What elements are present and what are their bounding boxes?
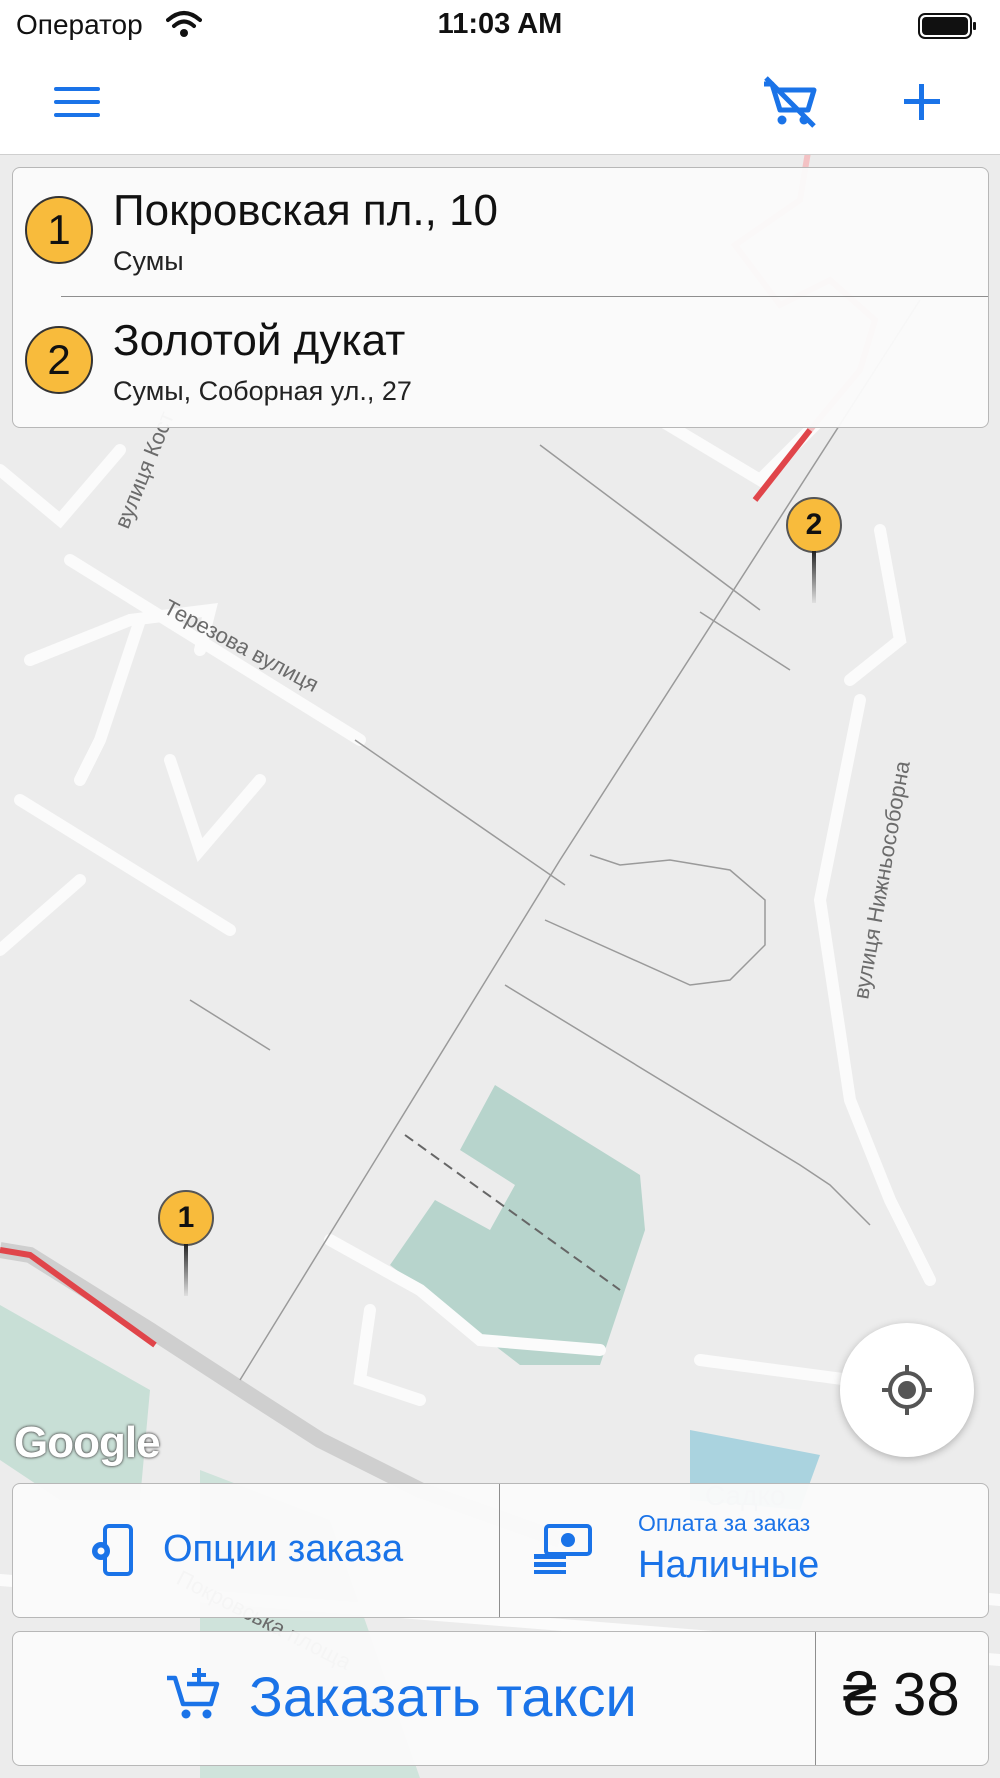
order-options-button[interactable]: Опции заказа bbox=[13, 1484, 499, 1617]
address-index-badge: 2 bbox=[25, 326, 93, 394]
menu-button[interactable] bbox=[54, 82, 100, 122]
route-addresses-card: 1 Покровская пл., 10 Сумы 2 Золотой дука… bbox=[12, 167, 989, 428]
plus-icon bbox=[904, 84, 940, 120]
my-location-button[interactable] bbox=[840, 1323, 974, 1457]
divider bbox=[815, 1632, 816, 1765]
order-taxi-label: Заказать такси bbox=[249, 1665, 637, 1728]
payment-method-value: Наличные bbox=[638, 1544, 820, 1586]
map-pin-2-badge: 2 bbox=[786, 497, 842, 553]
status-time: 11:03 AM bbox=[437, 8, 563, 40]
battery-icon bbox=[918, 12, 978, 45]
hamburger-menu-icon bbox=[54, 87, 100, 117]
address-row-1[interactable]: 1 Покровская пл., 10 Сумы bbox=[13, 168, 988, 296]
map-pin-needle bbox=[812, 551, 816, 603]
cart-button[interactable] bbox=[760, 72, 820, 132]
order-options-card: Опции заказа Оплата за заказ Наличные bbox=[12, 1483, 989, 1618]
address-title: Золотой дукат bbox=[113, 316, 406, 365]
address-title: Покровская пл., 10 bbox=[113, 186, 499, 235]
map-pin-1-badge: 1 bbox=[158, 1190, 214, 1246]
map-pin-1[interactable]: 1 bbox=[158, 1190, 218, 1300]
price-label: ₴ 38 bbox=[843, 1661, 960, 1728]
order-taxi-card: Заказать такси ₴ 38 bbox=[12, 1631, 989, 1766]
status-bar: Оператор 11:03 AM bbox=[0, 0, 1000, 52]
google-logo: Google bbox=[14, 1418, 161, 1467]
add-button[interactable] bbox=[902, 82, 942, 122]
order-taxi-button[interactable]: Заказать такси bbox=[13, 1632, 815, 1765]
phone-settings-icon bbox=[92, 1524, 133, 1576]
payment-caption: Оплата за заказ bbox=[638, 1510, 811, 1536]
add-to-cart-icon bbox=[167, 1668, 220, 1719]
navigation-bar bbox=[0, 52, 1000, 155]
cash-icon bbox=[534, 1524, 592, 1574]
cart-disabled-icon bbox=[764, 76, 817, 128]
address-index-badge: 1 bbox=[25, 196, 93, 264]
payment-method-button[interactable]: Оплата за заказ Наличные bbox=[500, 1484, 988, 1617]
map-pin-needle bbox=[184, 1244, 188, 1296]
divider bbox=[61, 296, 988, 297]
order-options-label: Опции заказа bbox=[163, 1528, 404, 1570]
address-row-2[interactable]: 2 Золотой дукат Сумы, Соборная ул., 27 bbox=[13, 298, 988, 426]
address-subtitle: Сумы, Соборная ул., 27 bbox=[113, 376, 412, 406]
address-subtitle: Сумы bbox=[113, 246, 184, 276]
map-pin-2[interactable]: 2 bbox=[786, 497, 846, 607]
crosshair-location-icon bbox=[882, 1365, 932, 1415]
